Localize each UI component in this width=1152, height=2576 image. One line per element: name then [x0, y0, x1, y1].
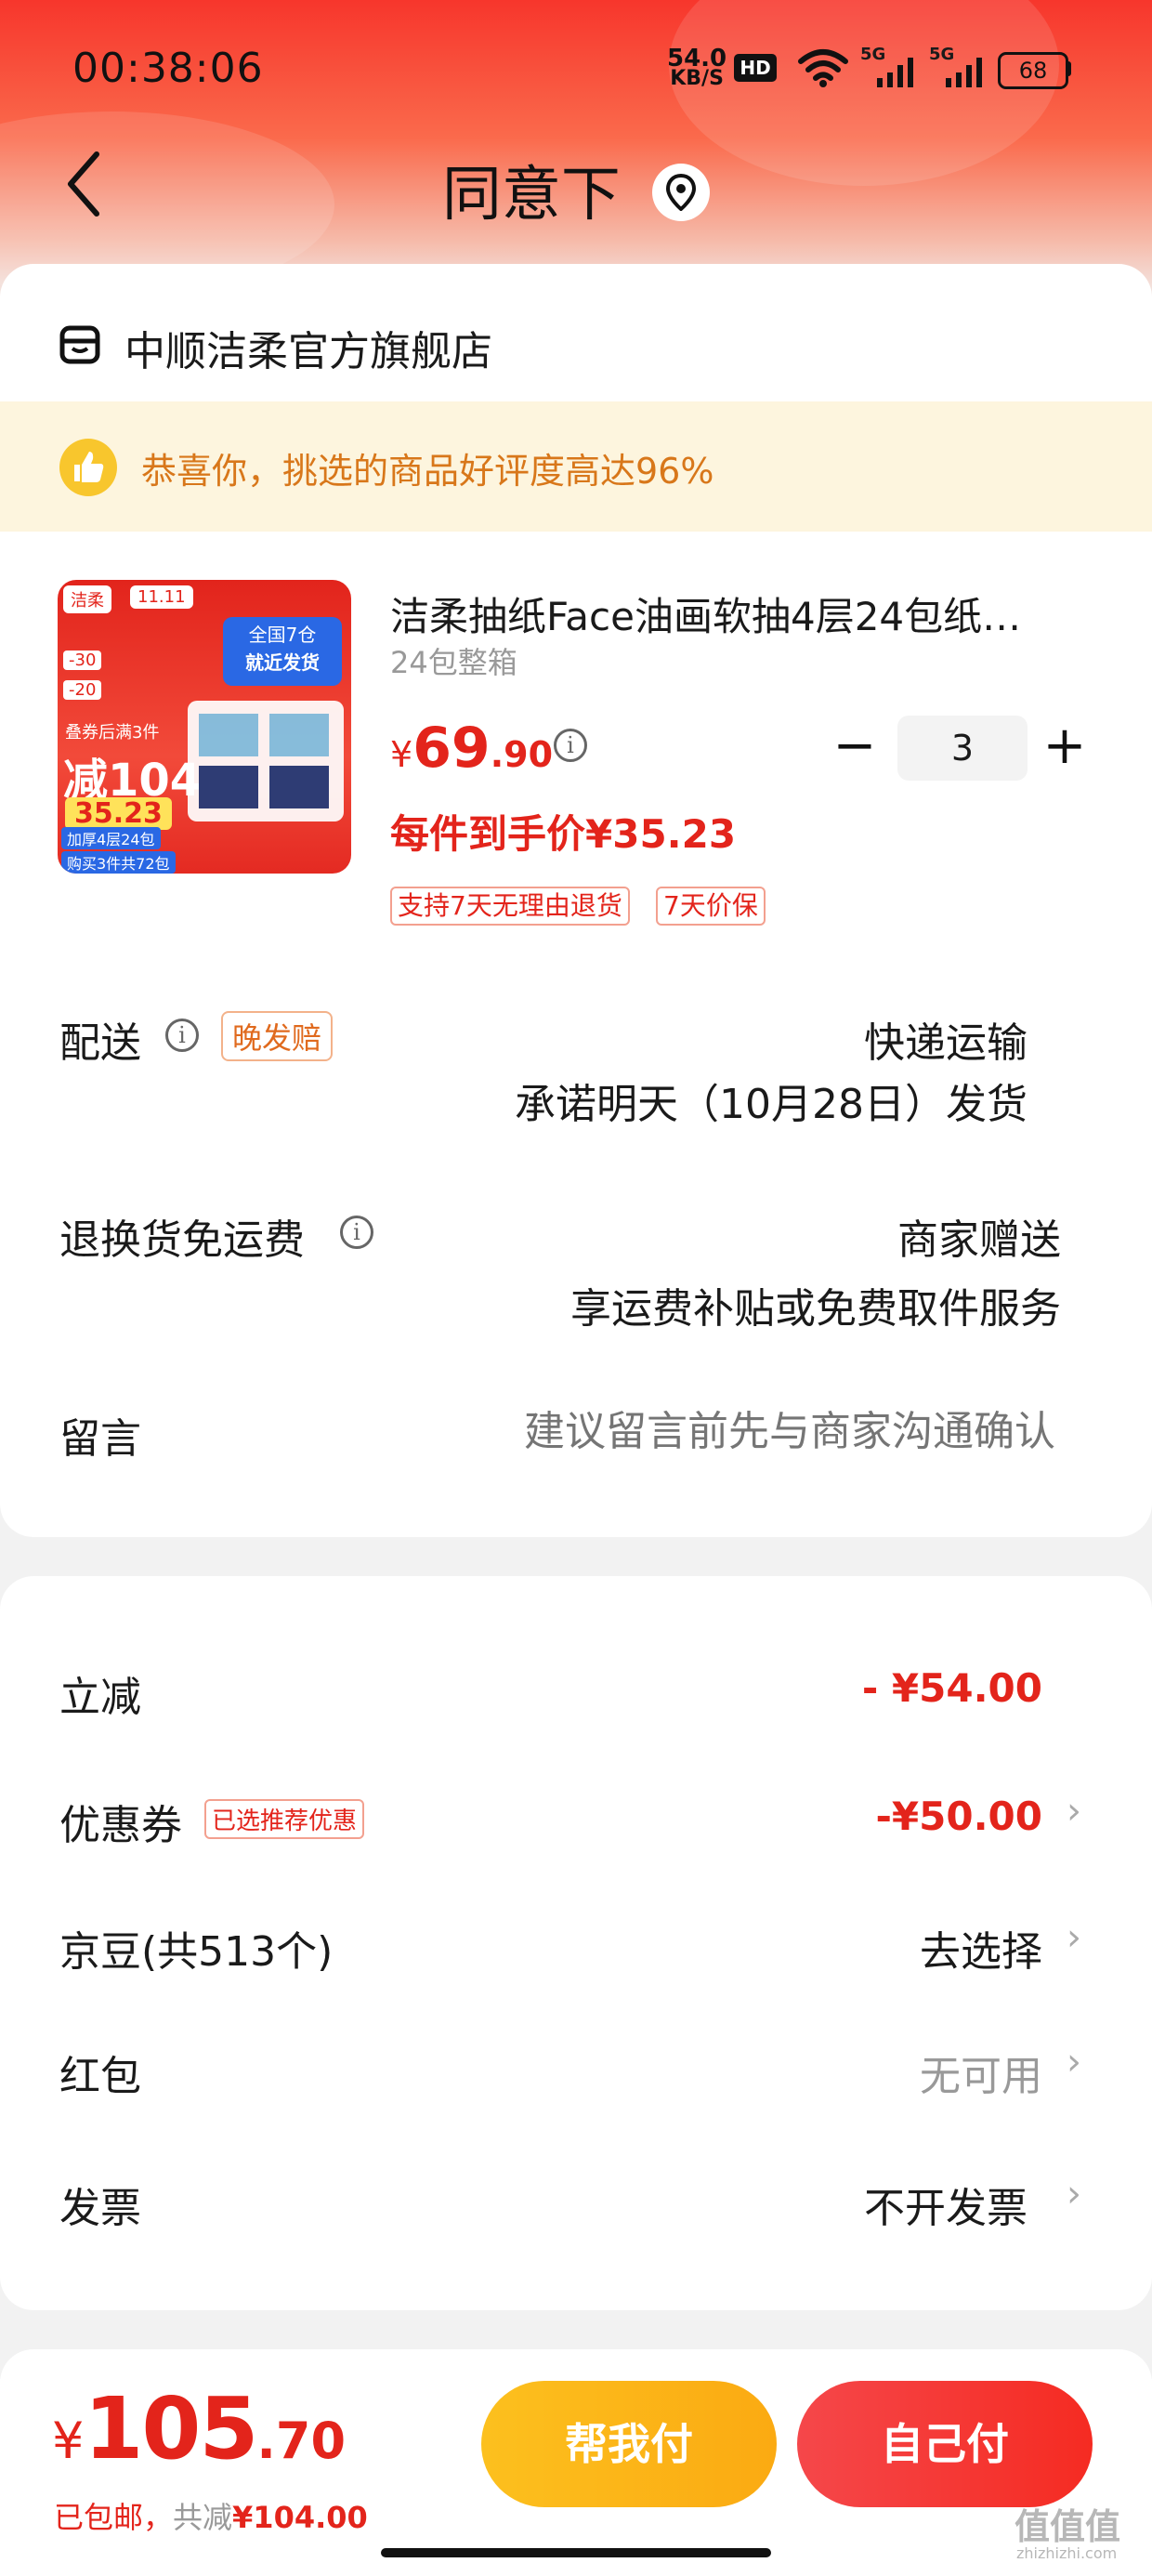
- red-packet-value[interactable]: 无可用: [920, 2043, 1042, 2102]
- red-packet-label: 红包: [59, 2053, 141, 2100]
- shop-row[interactable]: 中顺洁柔官方旗舰店: [59, 312, 896, 377]
- net-speed-value: 54.0: [667, 45, 727, 72]
- chevron-right-icon[interactable]: ›: [1067, 1790, 1081, 1833]
- bottom-bar: ¥105.70 已包邮，共减¥104.00 帮我付 自己付 值值值 zhizhi…: [0, 2379, 1152, 2576]
- total-note: 已包邮，共减¥104.00: [54, 2494, 368, 2537]
- invoice-label: 发票: [59, 2185, 141, 2232]
- price-integer: 69: [412, 716, 491, 781]
- quantity-value[interactable]: 3: [897, 716, 1028, 781]
- thumb-coupon-2: -20: [63, 680, 102, 700]
- battery-tip: [1067, 61, 1071, 76]
- coupon-value[interactable]: -¥50.00: [875, 1794, 1042, 1839]
- banner-text: 恭喜你，挑选的商品好评度高达96%: [141, 451, 714, 492]
- return-shipping-detail: 享运费补贴或免费取件服务: [570, 1285, 1061, 1333]
- thumb-limit: 叠券后满3件: [65, 723, 160, 743]
- unit-price-note: 每件到手价¥35.23: [390, 811, 737, 857]
- instant-discount-label: 立减: [59, 1674, 141, 1721]
- total-integer: 105: [84, 2379, 258, 2478]
- invoice-value[interactable]: 不开发票: [864, 2175, 1028, 2234]
- return-shipping-label: 退换货免运费: [59, 1216, 305, 1264]
- increase-button[interactable]: +: [1028, 716, 1102, 781]
- chevron-right-icon[interactable]: ›: [1067, 2041, 1081, 2083]
- tag-7day-return[interactable]: 支持7天无理由退货: [390, 887, 630, 926]
- saved-label: 共减: [173, 2500, 233, 2535]
- coupon-label: 优惠券: [59, 1802, 182, 1849]
- chevron-right-icon[interactable]: ›: [1067, 1916, 1081, 1959]
- home-indicator[interactable]: [381, 2548, 771, 2557]
- price-currency: ¥: [390, 734, 413, 775]
- product-title[interactable]: 洁柔抽纸Face油画软抽4层24包纸…: [390, 585, 1059, 642]
- delivery-method[interactable]: 快递运输: [864, 1009, 1028, 1069]
- total-price: ¥105.70: [52, 2379, 346, 2478]
- return-shipping-info-icon[interactable]: i: [340, 1216, 373, 1249]
- thumb-corner-line1: 全国7仓: [248, 624, 317, 646]
- tag-price-protect[interactable]: 7天价保: [656, 887, 766, 926]
- total-decimal: .70: [256, 2412, 347, 2470]
- hd-icon: HD: [734, 54, 777, 82]
- total-currency: ¥: [52, 2412, 85, 2470]
- store-icon: [59, 325, 100, 364]
- wifi-icon: [798, 49, 848, 87]
- watermark-url: zhizhizhi.com: [1016, 2544, 1118, 2562]
- thumb-foot-1: 加厚4层24包: [61, 827, 161, 849]
- net-speed: 54.0 KB/S: [667, 45, 727, 90]
- price-info-icon[interactable]: i: [554, 729, 587, 762]
- signal-icon-1: 5G: [860, 45, 916, 87]
- quantity-stepper: − 3 +: [818, 716, 1096, 781]
- thumb-corner-badge: 全国7仓 就近发货: [223, 617, 342, 686]
- delivery-info-icon[interactable]: i: [165, 1019, 199, 1052]
- tissue-box-image: [188, 701, 344, 821]
- header: 00:38:06 54.0 KB/S HD 5G 5G 68 同意下: [0, 0, 1152, 307]
- thumb-brand-badge: 洁柔: [63, 585, 111, 613]
- coupon-badge: 已选推荐优惠: [204, 1799, 365, 1839]
- message-label: 留言: [59, 1415, 141, 1463]
- thumb-foot-2: 购买3件共72包: [61, 851, 176, 874]
- saved-amount: ¥104.00: [232, 2500, 368, 2535]
- thumb-coupon-1: -30: [63, 651, 102, 670]
- thumbs-up-icon: [59, 439, 117, 496]
- status-time: 00:38:06: [72, 45, 264, 92]
- return-shipping-value: 商家赠送: [897, 1216, 1061, 1264]
- watermark-logo: 值值值: [1015, 2506, 1121, 2547]
- thumb-event-badge: 11.11: [130, 585, 193, 609]
- shop-name: 中顺洁柔官方旗舰店: [124, 328, 492, 375]
- location-icon[interactable]: [652, 164, 711, 222]
- delivery-label: 配送: [59, 1019, 141, 1067]
- price-decimal: .90: [490, 734, 554, 775]
- order-card: 中顺洁柔官方旗舰店 恭喜你，挑选的商品好评度高达96% 洁柔 11.11 全国7…: [0, 264, 1152, 1537]
- jd-beans-value[interactable]: 去选择: [920, 1918, 1042, 1978]
- free-shipping-note: 已包邮，: [54, 2500, 174, 2535]
- net-speed-unit: KB/S: [670, 67, 724, 90]
- product-thumbnail[interactable]: 洁柔 11.11 全国7仓 就近发货 -30 -20 叠券后满3件 减104 3…: [58, 580, 351, 874]
- product-spec[interactable]: 24包整箱: [390, 639, 517, 682]
- rating-banner: 恭喜你，挑选的商品好评度高达96%: [0, 401, 1152, 532]
- decrease-button[interactable]: −: [818, 716, 892, 781]
- page-title-text: 同意下: [441, 161, 621, 230]
- discount-card: 立减 - ¥54.00 优惠券 已选推荐优惠 -¥50.00 › 京豆(共513…: [0, 1576, 1152, 2310]
- signal-icon-2: 5G: [929, 45, 985, 87]
- chevron-right-icon[interactable]: ›: [1067, 2173, 1081, 2215]
- product-price: ¥69.90: [390, 716, 553, 781]
- message-input[interactable]: [427, 1398, 1057, 1465]
- late-compensation-badge: 晚发赔: [221, 1011, 334, 1061]
- self-pay-button[interactable]: 自己付: [797, 2381, 1093, 2507]
- jd-beans-label: 京豆(共513个): [59, 1928, 334, 1976]
- delivery-promise[interactable]: 承诺明天（10月28日）发货: [515, 1071, 1028, 1130]
- help-pay-button[interactable]: 帮我付: [481, 2381, 777, 2507]
- instant-discount-value: - ¥54.00: [861, 1665, 1042, 1711]
- battery-icon: 68: [998, 52, 1068, 89]
- thumb-corner-line2: 就近发货: [245, 651, 320, 674]
- thumb-promo-price: 35.23: [65, 797, 172, 830]
- page-title: 同意下: [0, 147, 1152, 232]
